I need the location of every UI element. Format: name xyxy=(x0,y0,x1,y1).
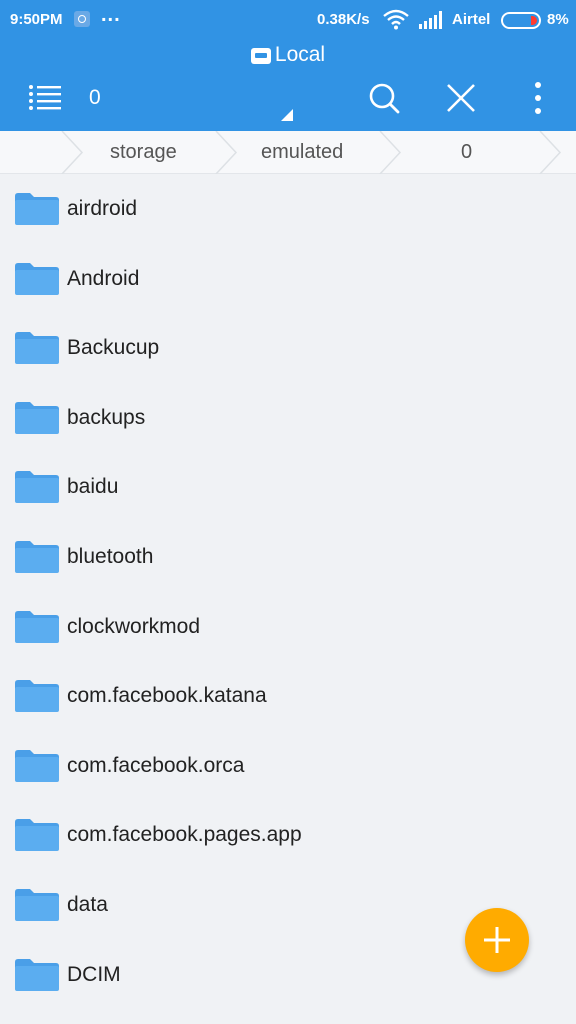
network-speed: 0.38K/s xyxy=(317,11,370,28)
breadcrumb-item-emulated[interactable]: emulated xyxy=(261,141,343,164)
file-list-item[interactable]: com.facebook.pages.app xyxy=(0,801,576,871)
folder-icon xyxy=(15,889,59,921)
add-button[interactable] xyxy=(465,908,529,972)
file-list-item[interactable]: backups xyxy=(0,384,576,454)
menu-icon[interactable] xyxy=(28,84,62,112)
breadcrumb-separator-icon xyxy=(539,131,562,174)
file-list-item[interactable]: com.facebook.orca xyxy=(0,732,576,802)
breadcrumb-separator-icon xyxy=(379,131,402,174)
file-list-item[interactable]: Backucup xyxy=(0,314,576,384)
location-title-label: Local xyxy=(274,43,326,66)
breadcrumb-item-current[interactable]: 0 xyxy=(461,141,472,164)
file-name: baidu xyxy=(67,475,119,499)
folder-icon xyxy=(15,958,59,991)
status-time: 9:50PM xyxy=(10,11,63,28)
file-name: com.facebook.pages.app xyxy=(67,823,302,847)
file-name: com.facebook.orca xyxy=(67,753,245,777)
file-name: clockworkmod xyxy=(67,614,201,638)
file-list-item[interactable]: bluetooth xyxy=(0,523,576,593)
file-list-item[interactable]: com.facebook.katana xyxy=(0,662,576,732)
file-name: com.facebook.katana xyxy=(67,684,267,708)
file-list-item[interactable]: clockworkmod xyxy=(0,593,576,663)
file-name: backups xyxy=(67,405,146,429)
file-list-item[interactable]: baidu xyxy=(0,453,576,523)
file-list-item[interactable]: Android xyxy=(0,245,576,315)
more-notifications-indicator: ... xyxy=(101,4,121,26)
folder-icon xyxy=(15,541,59,573)
folder-icon xyxy=(15,401,59,434)
status-bar: 9:50PM ... 0.38K/s Airtel 8% xyxy=(0,0,576,40)
folder-icon xyxy=(15,262,59,295)
file-name: Backucup xyxy=(67,336,160,360)
breadcrumb-separator-icon xyxy=(61,131,84,174)
current-folder-name[interactable]: 0 xyxy=(89,86,101,110)
file-name: airdroid xyxy=(67,197,138,220)
battery-percent: 8% xyxy=(547,11,569,28)
location-title[interactable]: Local xyxy=(0,43,576,67)
search-icon[interactable] xyxy=(367,81,401,115)
file-name: bluetooth xyxy=(67,545,154,568)
local-storage-icon xyxy=(250,48,271,64)
folder-icon xyxy=(15,193,59,225)
breadcrumb-separator-icon xyxy=(215,131,238,174)
carrier-name: Airtel xyxy=(452,11,491,28)
battery-icon xyxy=(501,12,541,29)
folder-icon xyxy=(15,471,59,504)
file-name: data xyxy=(67,893,108,916)
folder-icon xyxy=(15,680,59,713)
wifi-icon xyxy=(383,9,409,30)
notification-icon xyxy=(74,11,90,27)
file-list-item[interactable]: airdroid xyxy=(0,175,576,245)
breadcrumb: storage emulated 0 xyxy=(0,131,576,174)
close-icon[interactable] xyxy=(445,82,477,114)
plus-icon xyxy=(484,927,510,953)
signal-icon xyxy=(419,11,442,29)
folder-icon xyxy=(15,749,59,782)
folder-icon xyxy=(15,610,59,643)
file-name: Android xyxy=(67,266,140,290)
folder-icon xyxy=(15,819,59,852)
more-vertical-icon[interactable] xyxy=(526,80,550,116)
file-name: DCIM xyxy=(67,962,121,986)
dropdown-triangle-icon[interactable] xyxy=(281,109,293,121)
toolbar: Local 0 xyxy=(0,40,576,131)
breadcrumb-item-storage[interactable]: storage xyxy=(110,141,177,164)
folder-icon xyxy=(15,332,59,365)
